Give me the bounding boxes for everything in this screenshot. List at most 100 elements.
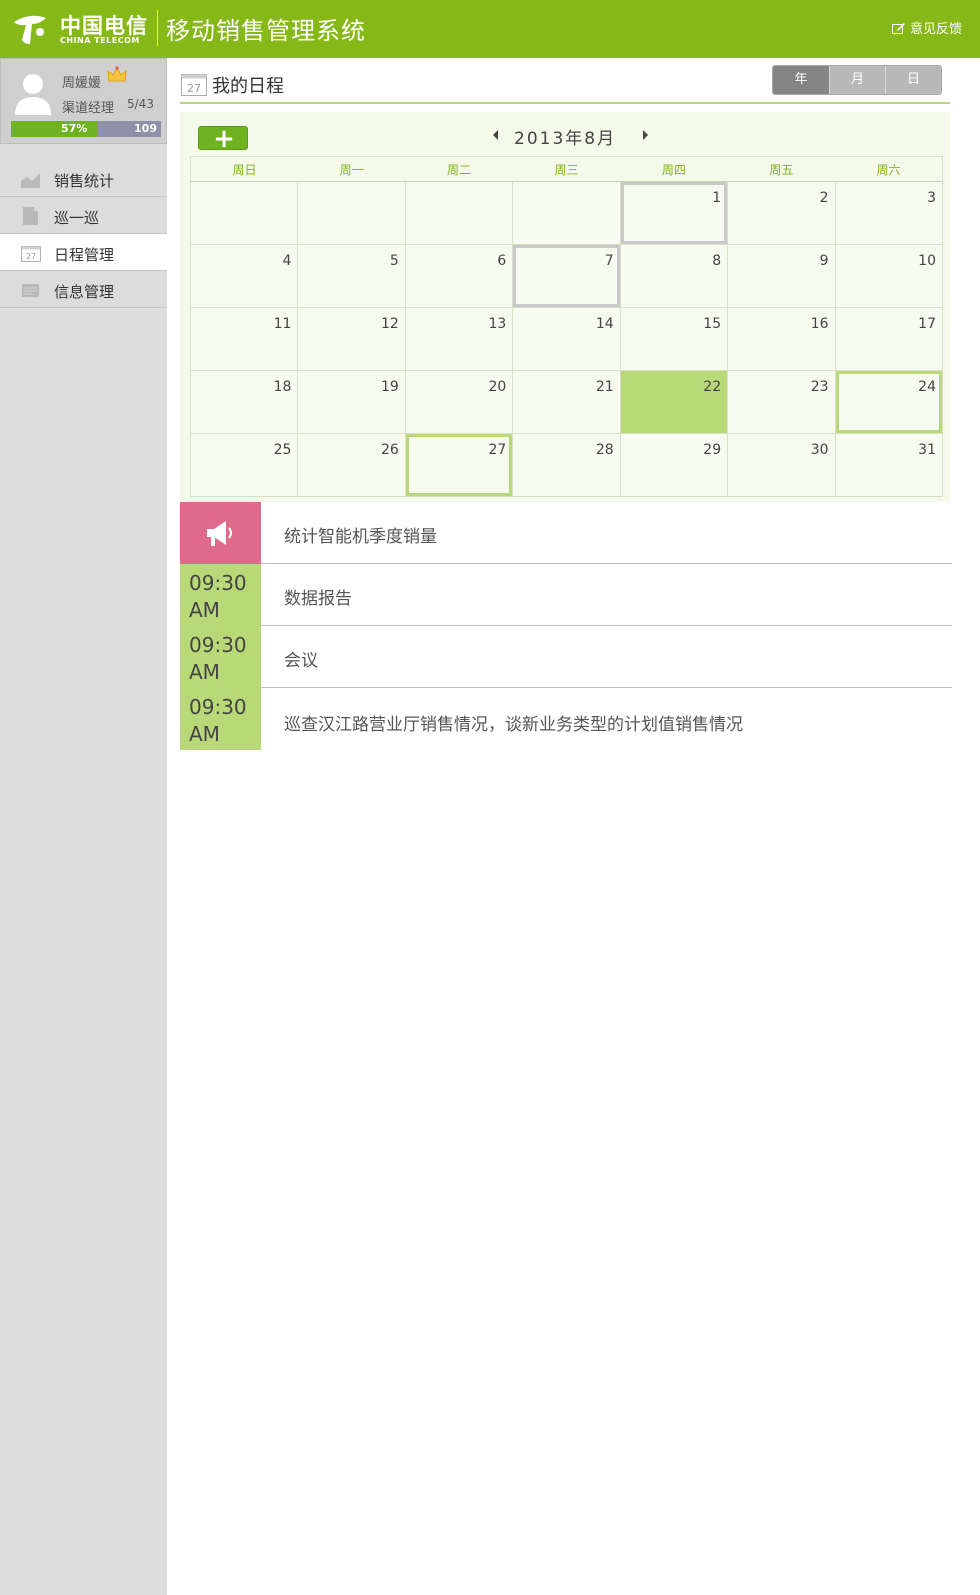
calendar-day-cell[interactable]: 2 (727, 181, 836, 245)
calendar-day-cell[interactable]: 17 (834, 307, 944, 371)
event-time: 09:30 AM (180, 688, 261, 750)
prev-month-icon[interactable] (491, 129, 499, 141)
calendar-day-cell[interactable]: 26 (297, 433, 406, 497)
crown-icon (107, 66, 127, 82)
weekday-header: 周四 (620, 156, 728, 182)
calendar-panel: + 2013年8月 周日 周一 周二 周三 周四 周五 周六 1 2 3 4 5… (180, 112, 950, 502)
event-item-notice[interactable]: 统计智能机季度销量 (180, 502, 952, 564)
sidebar-item-label: 信息管理 (54, 283, 115, 301)
view-day-button[interactable]: 日 (885, 66, 941, 94)
calendar-icon: 27 (181, 74, 207, 96)
calendar-day-cell[interactable]: 10 (834, 244, 944, 308)
user-progress-percent: 57% (61, 122, 88, 135)
calendar-day-cell[interactable]: 22 (619, 370, 729, 434)
calendar-week-row: 1 2 3 (189, 181, 944, 245)
calendar-day-cell[interactable]: 25 (189, 433, 299, 497)
calendar-icon: 27 (21, 246, 41, 262)
calendar-day-cell[interactable]: 15 (619, 307, 729, 371)
calendar-day-cell[interactable] (297, 181, 406, 245)
calendar-day-cell[interactable]: 27 (404, 433, 514, 497)
feedback-link[interactable]: 意见反馈 (891, 18, 962, 37)
page-header: 27 我的日程 年 月 日 (180, 64, 950, 104)
calendar-day-cell[interactable]: 11 (189, 307, 299, 371)
view-year-button[interactable]: 年 (773, 66, 829, 94)
month-label: 2013年8月 (514, 129, 617, 149)
event-item[interactable]: 09:30 AM 巡查汉江路营业厅销售情况，谈新业务类型的计划值销售情况 (180, 688, 952, 750)
calendar-grid: 周日 周一 周二 周三 周四 周五 周六 1 2 3 4 5 6 7 8 9 1… (189, 156, 944, 497)
event-title: 统计智能机季度销量 (284, 527, 437, 547)
calendar-day-cell[interactable]: 24 (834, 370, 944, 434)
calendar-day-cell[interactable]: 3 (834, 181, 944, 245)
calendar-week-row: 4 5 6 7 8 9 10 (189, 244, 944, 308)
sidebar-item-schedule[interactable]: 27 日程管理 (0, 234, 167, 271)
calendar-day-cell[interactable]: 13 (404, 307, 514, 371)
chart-icon (20, 171, 41, 188)
calendar-day-cell[interactable]: 4 (189, 244, 299, 308)
sidebar: 周媛媛 渠道经理 5/43 57% 109 销售统计 巡一巡 27 日程管理 信… (0, 58, 167, 1595)
calendar-week-row: 18 19 20 21 22 23 24 (189, 370, 944, 434)
user-card[interactable]: 周媛媛 渠道经理 5/43 57% 109 (0, 58, 167, 144)
view-month-button[interactable]: 月 (829, 66, 885, 94)
calendar-day-cell[interactable]: 8 (619, 244, 729, 308)
event-list: 统计智能机季度销量 09:30 AM 数据报告 09:30 AM 会议 09:3… (180, 502, 952, 750)
calendar-day-cell[interactable]: 29 (619, 433, 729, 497)
event-item[interactable]: 09:30 AM 数据报告 (180, 564, 952, 626)
calendar-day-cell[interactable]: 7 (512, 244, 621, 308)
view-switch: 年 月 日 (772, 65, 942, 95)
calendar-day-cell[interactable]: 6 (404, 244, 514, 308)
calendar-day-cell[interactable]: 20 (404, 370, 514, 434)
calendar-day-cell[interactable] (512, 181, 621, 245)
user-name: 周媛媛 (62, 76, 102, 91)
logo-text-en: CHINA TELECOM (60, 36, 140, 45)
sidebar-item-patrol[interactable]: 巡一巡 (0, 197, 167, 234)
event-time-ampm: AM (189, 598, 220, 622)
plus-icon: + (213, 124, 235, 154)
calendar-day-cell[interactable]: 19 (297, 370, 406, 434)
calendar-day-cell[interactable]: 5 (297, 244, 406, 308)
weekday-header-row: 周日 周一 周二 周三 周四 周五 周六 (190, 156, 943, 182)
sidebar-item-sales-stats[interactable]: 销售统计 (0, 160, 167, 197)
event-time-ampm: AM (189, 722, 220, 746)
calendar-day-cell[interactable] (189, 181, 299, 245)
calendar-day-cell[interactable]: 16 (727, 307, 836, 371)
calendar-day-cell[interactable]: 12 (297, 307, 406, 371)
user-total: 109 (134, 122, 157, 135)
app-title: 移动销售管理系统 (166, 17, 366, 45)
event-title: 数据报告 (284, 589, 352, 609)
header-divider (157, 10, 158, 46)
calendar-day-cell[interactable]: 1 (619, 181, 729, 245)
telecom-logo-icon (14, 15, 46, 44)
sidebar-item-messages[interactable]: 信息管理 (0, 271, 167, 308)
svg-text:27: 27 (26, 252, 36, 261)
calendar-icon-day: 27 (187, 82, 201, 95)
weekday-header: 周二 (405, 156, 513, 182)
add-event-button[interactable]: + (198, 124, 248, 154)
user-ratio: 5/43 (127, 97, 154, 111)
calendar-week-row: 25 26 27 28 29 30 31 (189, 433, 944, 497)
calendar-day-cell[interactable]: 23 (727, 370, 836, 434)
document-icon (23, 207, 38, 225)
event-item[interactable]: 09:30 AM 会议 (180, 626, 952, 688)
weekday-header: 周五 (727, 156, 836, 182)
main-content: 27 我的日程 年 月 日 + 2013年8月 周日 周一 周二 周三 周四 周… (167, 58, 980, 1595)
calendar-day-cell[interactable]: 31 (834, 433, 944, 497)
sidebar-item-label: 巡一巡 (54, 209, 100, 227)
calendar-day-cell[interactable]: 30 (727, 433, 836, 497)
event-title: 巡查汉江路营业厅销售情况，谈新业务类型的计划值销售情况 (284, 715, 743, 735)
sidebar-item-label: 销售统计 (54, 172, 115, 190)
feedback-label: 意见反馈 (909, 22, 962, 37)
next-month-icon[interactable] (642, 129, 650, 141)
megaphone-icon (207, 521, 232, 546)
event-time-value: 09:30 (189, 633, 247, 657)
event-title: 会议 (284, 651, 318, 671)
calendar-day-cell[interactable]: 14 (512, 307, 621, 371)
calendar-day-cell[interactable]: 28 (512, 433, 621, 497)
calendar-day-cell[interactable]: 21 (512, 370, 621, 434)
app-header: 中国电信 CHINA TELECOM 移动销售管理系统 意见反馈 (0, 0, 980, 58)
calendar-day-cell[interactable] (404, 181, 514, 245)
calendar-day-cell[interactable]: 18 (189, 370, 299, 434)
weekday-header: 周六 (835, 156, 943, 182)
event-time-value: 09:30 (189, 695, 247, 719)
event-time: 09:30 AM (180, 564, 261, 626)
calendar-day-cell[interactable]: 9 (727, 244, 836, 308)
